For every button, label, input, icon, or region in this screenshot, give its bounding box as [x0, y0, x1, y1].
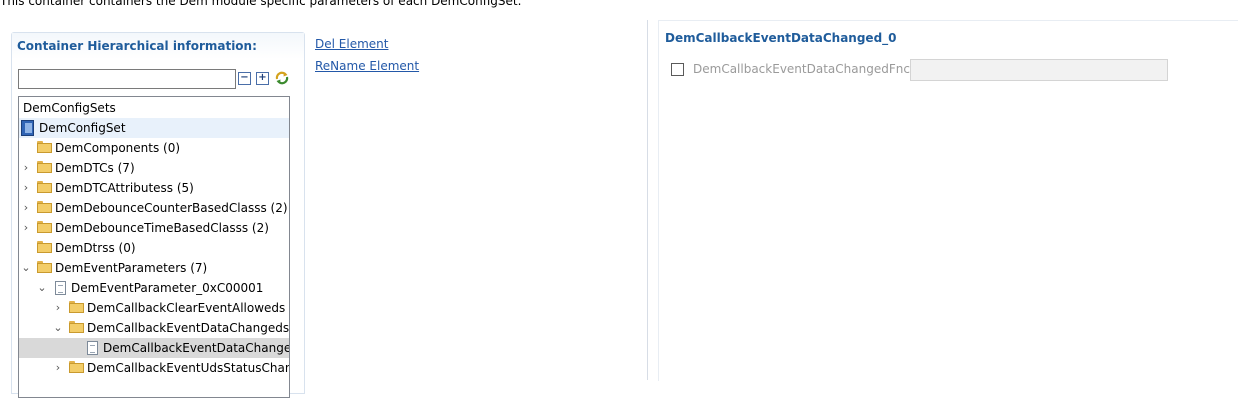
- chevron-down-icon[interactable]: ⌄: [52, 318, 64, 338]
- chevron-right-icon[interactable]: ›: [20, 158, 32, 178]
- tree-node-label: DemDTCAttributess (5): [55, 181, 194, 195]
- tree-filter-input[interactable]: [18, 69, 236, 89]
- tree-node[interactable]: DemConfigSets: [19, 98, 289, 118]
- tree-node-label: DemDebounceCounterBasedClasss (2): [55, 201, 288, 215]
- document-icon: [55, 281, 66, 295]
- folder-icon: [37, 221, 52, 233]
- callback-function-field[interactable]: [910, 59, 1168, 81]
- tree-node[interactable]: ⌄ DemCallbackEventDataChangeds (: [19, 318, 289, 338]
- expand-all-icon[interactable]: +: [256, 72, 269, 85]
- tree-node-label: DemEventParameter_0xC00001: [71, 281, 264, 295]
- detail-panel: DemCallbackEventDataChanged_0 DemCallbac…: [658, 20, 1238, 381]
- chevron-right-icon[interactable]: ›: [20, 198, 32, 218]
- folder-icon: [37, 201, 52, 213]
- element-actions: Del Element ReName Element: [315, 33, 419, 77]
- tree-node-label: DemEventParameters (7): [55, 261, 208, 275]
- delete-element-link[interactable]: Del Element: [315, 33, 419, 55]
- chevron-right-icon[interactable]: ›: [52, 298, 64, 318]
- sync-icon[interactable]: [274, 70, 290, 86]
- tree-node-label: DemDebounceTimeBasedClasss (2): [55, 221, 269, 235]
- tree-node-selected[interactable]: DemCallbackEventDataChangec: [19, 338, 289, 358]
- folder-icon: [69, 361, 84, 373]
- hierarchy-panel: Container Hierarchical information: − + …: [11, 32, 305, 398]
- chevron-down-icon[interactable]: ⌄: [20, 258, 32, 278]
- tree-node[interactable]: › DemDebounceTimeBasedClasss (2): [19, 218, 289, 238]
- tree-node-label: DemConfigSet: [39, 121, 126, 135]
- tree-node[interactable]: ⌄ DemEventParameters (7): [19, 258, 289, 278]
- tree-node[interactable]: › DemDebounceCounterBasedClasss (2): [19, 198, 289, 218]
- enable-field-checkbox[interactable]: [671, 63, 684, 76]
- tree-node-label: DemDTCs (7): [55, 161, 135, 175]
- tree-node[interactable]: › DemCallbackClearEventAlloweds (: [19, 298, 289, 318]
- filter-toolbar: − +: [18, 69, 302, 91]
- tree-node-label: DemCallbackEventDataChangec: [103, 341, 290, 355]
- tree-node[interactable]: DemComponents (0): [19, 138, 289, 158]
- tree-node[interactable]: › DemDTCAttributess (5): [19, 178, 289, 198]
- tree-node[interactable]: DemConfigSet: [19, 118, 289, 138]
- hierarchy-panel-title: Container Hierarchical information:: [12, 33, 304, 59]
- folder-icon: [37, 241, 52, 253]
- collapse-all-icon[interactable]: −: [238, 72, 251, 85]
- tree-node[interactable]: › DemCallbackEventUdsStatusChang: [19, 358, 289, 378]
- folder-icon: [37, 181, 52, 193]
- tree-node[interactable]: ⌄ DemEventParameter_0xC00001: [19, 278, 289, 298]
- chevron-down-icon[interactable]: ⌄: [36, 278, 48, 298]
- field-label: DemCallbackEventDataChangedFnc :: [693, 62, 918, 76]
- chevron-right-icon[interactable]: ›: [20, 218, 32, 238]
- tree-node-label: DemDtrss (0): [55, 241, 136, 255]
- chevron-right-icon[interactable]: ›: [20, 178, 32, 198]
- folder-icon: [37, 261, 52, 273]
- tree-node-label: DemCallbackEventDataChangeds (: [87, 321, 290, 335]
- document-icon: [87, 341, 98, 355]
- container-description: This container containers the Dem module…: [0, 0, 522, 8]
- tree-node-label: DemCallbackEventUdsStatusChang: [87, 361, 290, 375]
- container-tree[interactable]: DemConfigSets DemConfigSet DemComponents…: [18, 96, 290, 398]
- folder-icon: [69, 321, 84, 333]
- tree-node-label: DemCallbackClearEventAlloweds (: [87, 301, 290, 315]
- tree-node[interactable]: › DemDTCs (7): [19, 158, 289, 178]
- folder-icon: [37, 141, 52, 153]
- rename-element-link[interactable]: ReName Element: [315, 55, 419, 77]
- folder-icon: [37, 161, 52, 173]
- tree-node-label: DemConfigSets: [23, 101, 116, 115]
- chevron-right-icon[interactable]: ›: [52, 358, 64, 378]
- folder-icon: [69, 301, 84, 313]
- panel-divider: [647, 20, 648, 380]
- tree-node-label: DemComponents (0): [55, 141, 181, 155]
- config-book-icon: [21, 120, 34, 136]
- detail-panel-title: DemCallbackEventDataChanged_0: [665, 31, 897, 45]
- tree-node[interactable]: DemDtrss (0): [19, 238, 289, 258]
